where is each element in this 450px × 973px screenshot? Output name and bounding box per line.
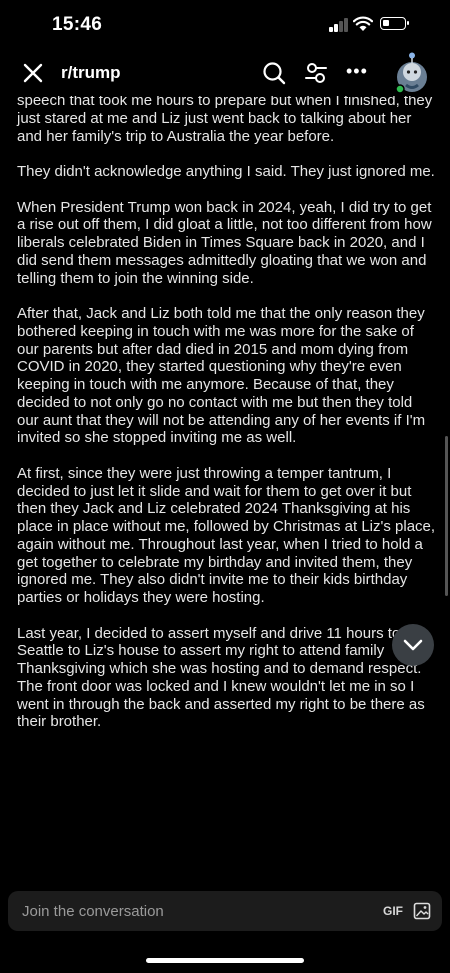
comment-input[interactable]: Join the conversation	[22, 903, 164, 920]
wifi-icon	[353, 16, 373, 31]
subreddit-title[interactable]: r/trump	[61, 63, 121, 83]
top-nav: r/trump •••	[0, 50, 450, 96]
image-icon[interactable]	[413, 902, 431, 920]
post-body: speech that took me hours to prepare but…	[0, 96, 450, 880]
post-paragraph: When President Trump won back in 2024, y…	[17, 198, 432, 287]
post-paragraph: They didn't acknowledge anything I said.…	[17, 163, 435, 180]
gif-button[interactable]: GIF	[383, 904, 403, 918]
home-indicator[interactable]	[146, 958, 304, 963]
battery-icon	[380, 17, 409, 30]
scrollbar[interactable]	[445, 436, 448, 596]
more-icon[interactable]: •••	[346, 62, 368, 82]
post-paragraph: After that, Jack and Liz both told me th…	[17, 305, 426, 447]
post-paragraph: At first, since they were just throwing …	[17, 464, 436, 606]
jump-to-next-button[interactable]	[392, 624, 434, 666]
post-paragraph: speech that took me hours to prepare but…	[17, 96, 433, 145]
close-icon[interactable]	[22, 62, 44, 84]
search-icon[interactable]	[262, 61, 286, 85]
post-paragraph: Last year, I decided to assert myself an…	[17, 624, 425, 731]
filter-icon[interactable]	[304, 61, 328, 85]
comment-composer[interactable]: Join the conversation GIF	[8, 891, 442, 931]
status-bar: 15:46	[0, 0, 450, 50]
post-text: speech that took me hours to prepare but…	[17, 96, 437, 749]
chevron-down-icon	[403, 639, 423, 651]
avatar[interactable]	[393, 52, 431, 94]
status-time: 15:46	[52, 14, 103, 35]
cellular-signal-icon	[329, 18, 349, 32]
